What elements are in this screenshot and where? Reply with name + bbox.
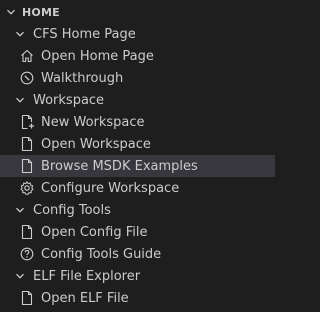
tree-group-label: Workspace [33,92,105,108]
section-title: HOME [22,5,60,19]
tree-item-open-config-file[interactable]: Open Config File [0,221,275,243]
file-icon [19,136,35,152]
tree-item-label: Configure Workspace [41,180,180,196]
tree-item-new-workspace[interactable]: New Workspace [0,111,275,133]
tree-item-open-elf-file[interactable]: Open ELF File [0,287,275,309]
home-view-panel: HOME CFS Home Page Open Home Page Walkth… [0,0,275,312]
chevron-down-icon [13,203,27,217]
tree-item-browse-msdk-examples[interactable]: Browse MSDK Examples [0,155,275,177]
tree-item-label: Open Config File [41,224,148,240]
file-icon [19,224,35,240]
tree-item-label: Browse MSDK Examples [41,158,198,174]
tree-group-workspace[interactable]: Workspace [0,89,269,111]
compass-icon [19,70,35,86]
tree-item-walkthrough[interactable]: Walkthrough [0,67,275,89]
tree-group-label: ELF File Explorer [33,268,141,284]
file-icon [19,158,35,174]
tree-group-elf-file-explorer[interactable]: ELF File Explorer [0,265,269,287]
tree-item-config-tools-guide[interactable]: Config Tools Guide [0,243,275,265]
gear-icon [19,180,35,196]
tree-group-label: Config Tools [33,202,111,218]
tree-item-open-home-page[interactable]: Open Home Page [0,45,275,67]
new-file-icon [19,114,35,130]
tree-group-config-tools[interactable]: Config Tools [0,199,269,221]
help-icon [19,246,35,262]
section-header-home[interactable]: HOME [0,1,260,23]
tree-group-label: CFS Home Page [33,26,136,42]
chevron-down-icon [4,5,18,19]
chevron-down-icon [13,27,27,41]
chevron-down-icon [13,93,27,107]
tree-item-label: Open ELF File [41,290,129,306]
tree-item-label: Walkthrough [41,70,124,86]
home-icon [19,48,35,64]
tree-item-label: Open Home Page [41,48,154,64]
file-icon [19,290,35,306]
tree-item-label: Config Tools Guide [41,246,162,262]
tree-item-label: New Workspace [41,114,145,130]
chevron-down-icon [13,269,27,283]
tree-item-open-workspace[interactable]: Open Workspace [0,133,275,155]
tree-group-cfs-home-page[interactable]: CFS Home Page [0,23,269,45]
tree-item-configure-workspace[interactable]: Configure Workspace [0,177,275,199]
tree-item-label: Open Workspace [41,136,151,152]
